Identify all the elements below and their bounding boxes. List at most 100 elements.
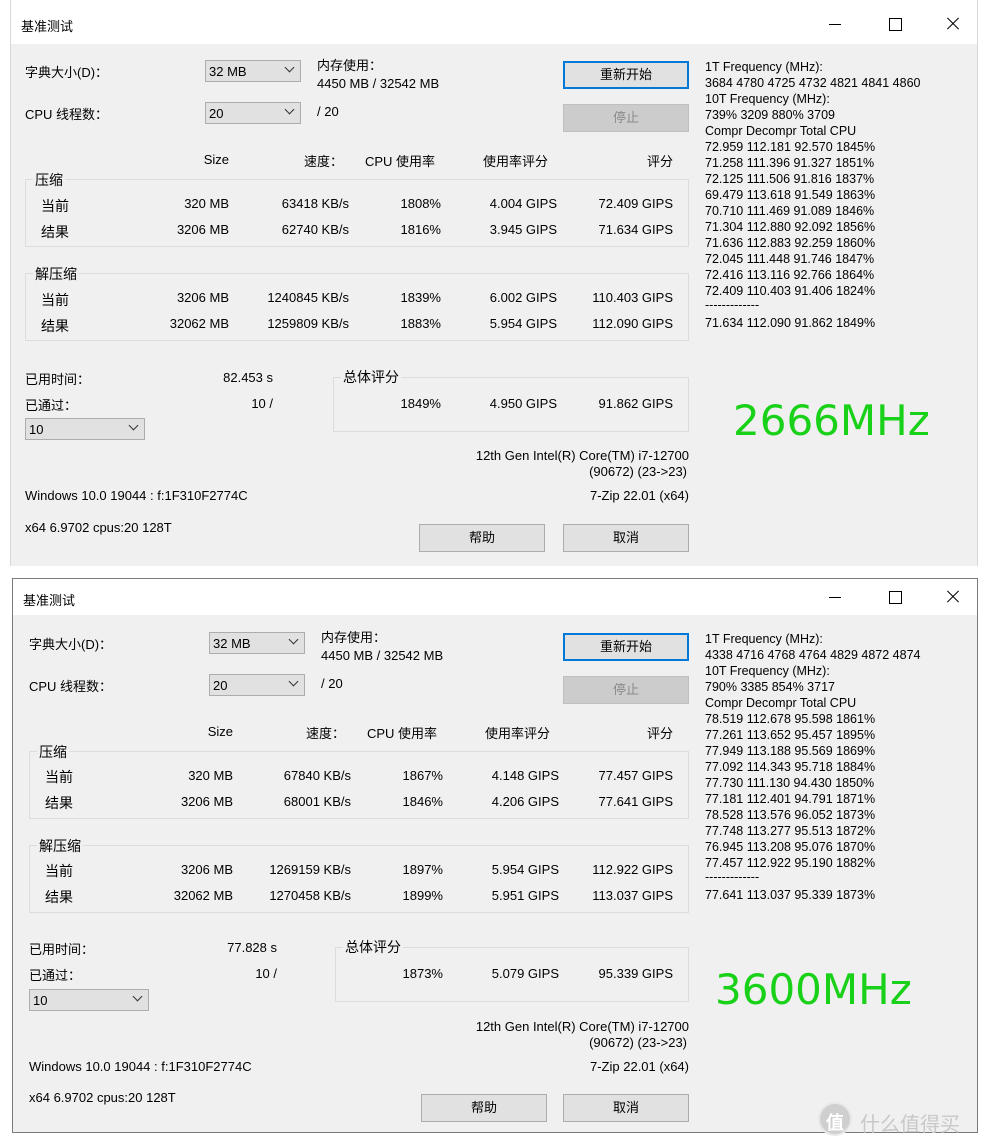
zip-version: 7-Zip 22.01 (x64) [590,1059,689,1074]
maximize-icon[interactable] [883,12,907,36]
title-bar: 基准测试 [11,0,977,44]
log-line: 77.949 113.188 95.569 1869% [705,744,876,758]
total-rating: 4.950 GIPS [489,396,557,411]
memory-usage-value: 4450 MB / 32542 MB [317,76,440,91]
decompress-current-rating: 5.954 GIPS [491,862,559,877]
total-cpu: 1873% [402,966,443,981]
stop-button[interactable]: 停止 [563,104,689,132]
compress-result-rating: 3.945 GIPS [489,222,557,237]
log-line: 10T Frequency (MHz): [705,664,830,678]
memory-usage-label: 内存使用： [321,630,387,645]
dict-size-select[interactable]: 32 MB [205,60,301,82]
maximize-icon[interactable] [883,585,907,609]
threads-max: / 20 [321,676,343,691]
log-line: 790% 3385 854% 3717 [705,680,835,694]
log-line: 1T Frequency (MHz): [705,60,823,74]
threads-max: / 20 [317,104,339,119]
memory-usage-value: 4450 MB / 32542 MB [321,648,444,663]
decompress-current-score: 110.403 GIPS [592,290,673,305]
benchmark-window-1: 基准测试 字典大小(D)： 32 MB CPU 线程数： 20 / 20 内存使… [10,0,978,566]
compress-current-size: 320 MB [188,768,233,783]
log-line: 70.710 111.469 91.089 1846% [705,204,875,218]
log-line: 77.641 113.037 95.339 1873% [705,888,876,902]
compress-result-size: 3206 MB [180,794,233,809]
close-icon[interactable] [941,12,965,36]
help-button[interactable]: 帮助 [419,524,545,552]
header-cpu-usage: CPU 使用率 [365,154,436,169]
cancel-button[interactable]: 取消 [563,1094,689,1122]
memory-usage-label: 内存使用： [317,58,383,73]
compress-result-cpu: 1816% [400,222,441,237]
compress-result-speed: 62740 KB/s [281,222,349,237]
header-cpu-usage: CPU 使用率 [367,726,438,741]
total-rating-label: 总体评分 [343,937,403,957]
log-line: 78.528 113.576 96.052 1873% [705,808,876,822]
log-line: Compr Decompr Total CPU [705,124,857,138]
decompress-current-cpu: 1839% [400,290,441,305]
decompress-result-size: 32062 MB [169,316,229,331]
watermark: 什么值得买 [818,1100,988,1140]
log-line: 739% 3209 880% 3709 [705,108,835,122]
chevron-down-icon [128,422,140,434]
log-line: Compr Decompr Total CPU [705,696,857,710]
decompress-result-size: 32062 MB [173,888,233,903]
frequency-annotation: 3600MHz [715,965,912,1014]
decompress-group-label: 解压缩 [33,264,79,284]
restart-button[interactable]: 重新开始 [563,61,689,89]
threads-select[interactable]: 20 [209,674,305,696]
compress-group-label: 压缩 [33,170,65,190]
stop-button[interactable]: 停止 [563,676,689,704]
compress-result-cpu: 1846% [402,794,443,809]
decompress-current-speed: 1269159 KB/s [269,862,351,877]
passes-select[interactable]: 10 [25,418,145,440]
compress-result-score: 71.634 GIPS [598,222,673,237]
decompress-current-cpu: 1897% [402,862,443,877]
restart-button[interactable]: 重新开始 [563,633,689,661]
log-line: 77.181 112.401 94.791 1871% [705,792,876,806]
row-label-current: 当前 [41,292,69,308]
close-icon[interactable] [941,585,965,609]
compress-current-cpu: 1867% [402,768,443,783]
cpu-name: 12th Gen Intel(R) Core(TM) i7-12700 [475,1019,689,1034]
compress-current-size: 320 MB [184,196,229,211]
log-line: 69.479 113.618 91.549 1863% [705,188,876,202]
log-line: 77.092 114.343 95.718 1884% [705,760,876,774]
decompress-current-size: 3206 MB [180,862,233,877]
dict-size-select[interactable]: 32 MB [209,632,305,654]
log-line: 72.416 113.116 92.766 1864% [705,268,875,282]
compress-current-score: 77.457 GIPS [598,768,673,783]
chevron-down-icon [284,106,296,118]
log-line: 77.457 112.922 95.190 1882% [705,856,876,870]
log-line: 76.945 113.208 95.076 1870% [705,840,876,854]
decompress-current-size: 3206 MB [176,290,229,305]
total-score: 91.862 GIPS [598,396,673,411]
decompress-group-label: 解压缩 [37,836,83,856]
row-label-result: 结果 [41,318,69,334]
minimize-icon[interactable] [823,585,847,609]
dict-size-label: 字典大小(D)： [25,65,109,80]
passes-select[interactable]: 10 [29,989,149,1011]
threads-label: CPU 线程数： [29,679,113,694]
total-cpu: 1849% [400,396,441,411]
threads-select[interactable]: 20 [205,102,301,124]
title-bar: 基准测试 [13,579,977,615]
elapsed-label: 已用时间： [29,942,95,957]
header-size: Size [203,152,229,167]
compress-result-speed: 68001 KB/s [283,794,351,809]
cancel-button[interactable]: 取消 [563,524,689,552]
log-line: 77.261 113.652 95.457 1895% [705,728,876,742]
log-line: 3684 4780 4725 4732 4821 4841 4860 [705,76,921,90]
compress-result-size: 3206 MB [176,222,229,237]
help-button[interactable]: 帮助 [421,1094,547,1122]
decompress-result-rating: 5.954 GIPS [489,316,557,331]
arch-info: x64 6.9702 cpus:20 128T [29,1090,176,1105]
chevron-down-icon [288,636,300,648]
cpu-name: 12th Gen Intel(R) Core(TM) i7-12700 [475,448,689,463]
header-rating: 使用率评分 [483,154,549,169]
passed-value: 10 / [251,396,273,411]
zip-version: 7-Zip 22.01 (x64) [590,488,689,503]
log-line: 77.748 113.277 95.513 1872% [705,824,876,838]
minimize-icon[interactable] [823,12,847,36]
log-line: 1T Frequency (MHz): [705,632,823,646]
smzdm-logo-icon [818,1102,852,1136]
